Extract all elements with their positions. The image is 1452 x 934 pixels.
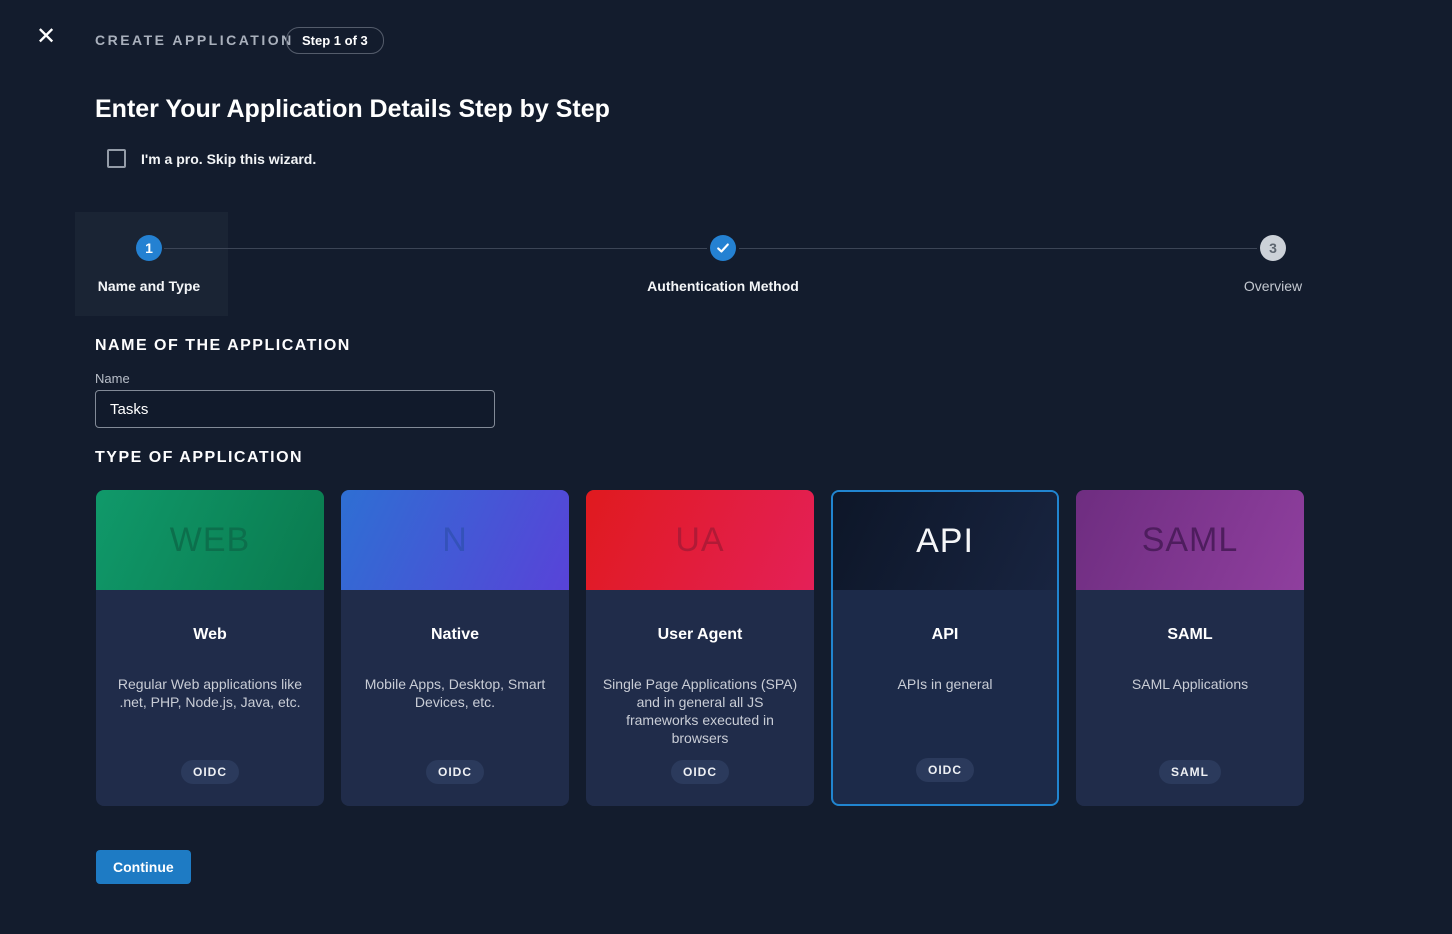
card-title: API xyxy=(849,626,1041,644)
card-description: Regular Web applications like .net, PHP,… xyxy=(112,676,308,712)
name-section-title: NAME OF THE APPLICATION xyxy=(95,337,351,355)
card-description: SAML Applications xyxy=(1092,676,1288,694)
step-2-label: Authentication Method xyxy=(647,278,799,294)
app-type-card-saml[interactable]: SAML SAML SAML Applications SAML xyxy=(1076,490,1304,806)
check-icon xyxy=(716,241,730,255)
card-title: User Agent xyxy=(602,626,798,644)
app-type-card-web[interactable]: WEB Web Regular Web applications like .n… xyxy=(96,490,324,806)
card-body: API APIs in general OIDC xyxy=(833,590,1057,804)
name-field-label: Name xyxy=(95,371,130,386)
wizard-heading: Enter Your Application Details Step by S… xyxy=(95,95,610,124)
stepper-connector-line xyxy=(739,248,1257,249)
card-header: N xyxy=(341,490,569,590)
protocol-badge: OIDC xyxy=(671,760,729,784)
card-description: Mobile Apps, Desktop, Smart Devices, etc… xyxy=(357,676,553,712)
skip-wizard-row[interactable]: I'm a pro. Skip this wizard. xyxy=(107,149,316,168)
protocol-badge: OIDC xyxy=(916,758,974,782)
type-section-title: TYPE OF APPLICATION xyxy=(95,449,303,467)
card-description: APIs in general xyxy=(849,676,1041,694)
card-title: Web xyxy=(112,626,308,644)
page-title: CREATE APPLICATION xyxy=(95,32,294,48)
application-type-cards: WEB Web Regular Web applications like .n… xyxy=(96,490,1304,806)
card-header: SAML xyxy=(1076,490,1304,590)
step-3-label: Overview xyxy=(1244,278,1302,294)
card-header: UA xyxy=(586,490,814,590)
card-body: User Agent Single Page Applications (SPA… xyxy=(586,590,814,806)
app-type-card-native[interactable]: N Native Mobile Apps, Desktop, Smart Dev… xyxy=(341,490,569,806)
step-1-label: Name and Type xyxy=(98,278,200,294)
card-body: Native Mobile Apps, Desktop, Smart Devic… xyxy=(341,590,569,806)
app-type-card-user-agent[interactable]: UA User Agent Single Page Applications (… xyxy=(586,490,814,806)
protocol-badge: SAML xyxy=(1159,760,1221,784)
application-name-input[interactable] xyxy=(95,390,495,428)
protocol-badge: OIDC xyxy=(426,760,484,784)
card-header: WEB xyxy=(96,490,324,590)
app-type-card-api[interactable]: API API APIs in general OIDC xyxy=(831,490,1059,806)
step-badge: Step 1 of 3 xyxy=(286,27,384,54)
card-header: API xyxy=(833,492,1057,590)
close-icon[interactable]: ✕ xyxy=(36,24,56,48)
card-description: Single Page Applications (SPA) and in ge… xyxy=(602,676,798,748)
skip-wizard-checkbox[interactable] xyxy=(107,149,126,168)
step-2-circle[interactable] xyxy=(710,235,736,261)
step-1-circle[interactable]: 1 xyxy=(136,235,162,261)
skip-wizard-label: I'm a pro. Skip this wizard. xyxy=(141,151,316,167)
stepper-connector-line xyxy=(164,248,707,249)
card-title: SAML xyxy=(1092,626,1288,644)
card-title: Native xyxy=(357,626,553,644)
card-body: SAML SAML Applications SAML xyxy=(1076,590,1304,806)
continue-button[interactable]: Continue xyxy=(96,850,191,884)
card-body: Web Regular Web applications like .net, … xyxy=(96,590,324,806)
protocol-badge: OIDC xyxy=(181,760,239,784)
current-step-highlight xyxy=(75,212,228,316)
step-3-circle[interactable]: 3 xyxy=(1260,235,1286,261)
